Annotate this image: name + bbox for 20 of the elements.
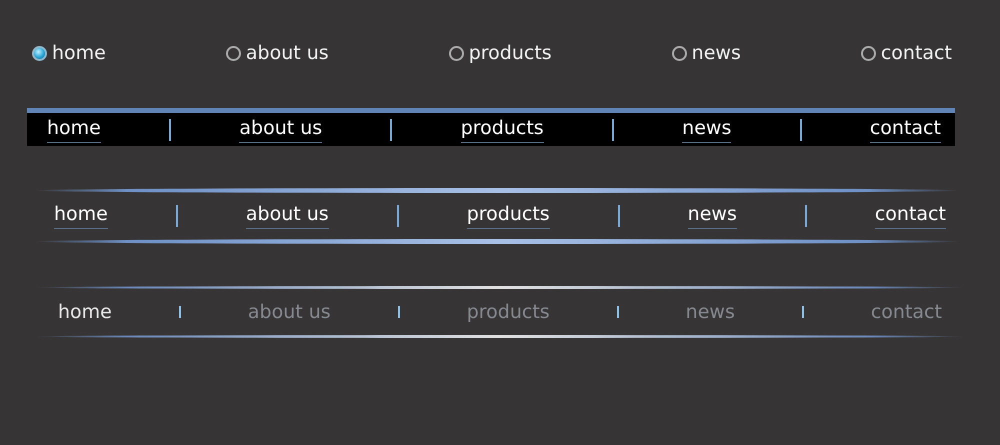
nav-link[interactable]: contact xyxy=(870,116,941,142)
nav-link[interactable]: news xyxy=(688,203,737,229)
nav-link[interactable]: news xyxy=(682,116,732,142)
nav-link[interactable]: about us xyxy=(226,42,329,64)
nav-link[interactable]: contact xyxy=(874,203,946,229)
nav-link[interactable]: products xyxy=(460,116,544,142)
nav-link[interactable]: about us xyxy=(246,203,329,229)
nav-link[interactable]: home xyxy=(32,42,106,64)
nav-link[interactable]: contact xyxy=(860,42,952,64)
nav-link[interactable]: contact xyxy=(870,301,942,323)
nav-link[interactable]: products xyxy=(448,42,552,64)
nav-link[interactable]: about us xyxy=(248,301,331,323)
nav-link[interactable]: products xyxy=(466,301,550,323)
nav-link[interactable]: home xyxy=(54,203,108,229)
nav-link[interactable]: products xyxy=(466,203,550,229)
nav-link[interactable]: home xyxy=(47,116,101,142)
nav-link[interactable]: home xyxy=(58,301,112,323)
nav-link[interactable]: news xyxy=(672,42,741,64)
nav-link[interactable]: about us xyxy=(239,116,322,142)
nav-link[interactable]: news xyxy=(686,301,735,323)
